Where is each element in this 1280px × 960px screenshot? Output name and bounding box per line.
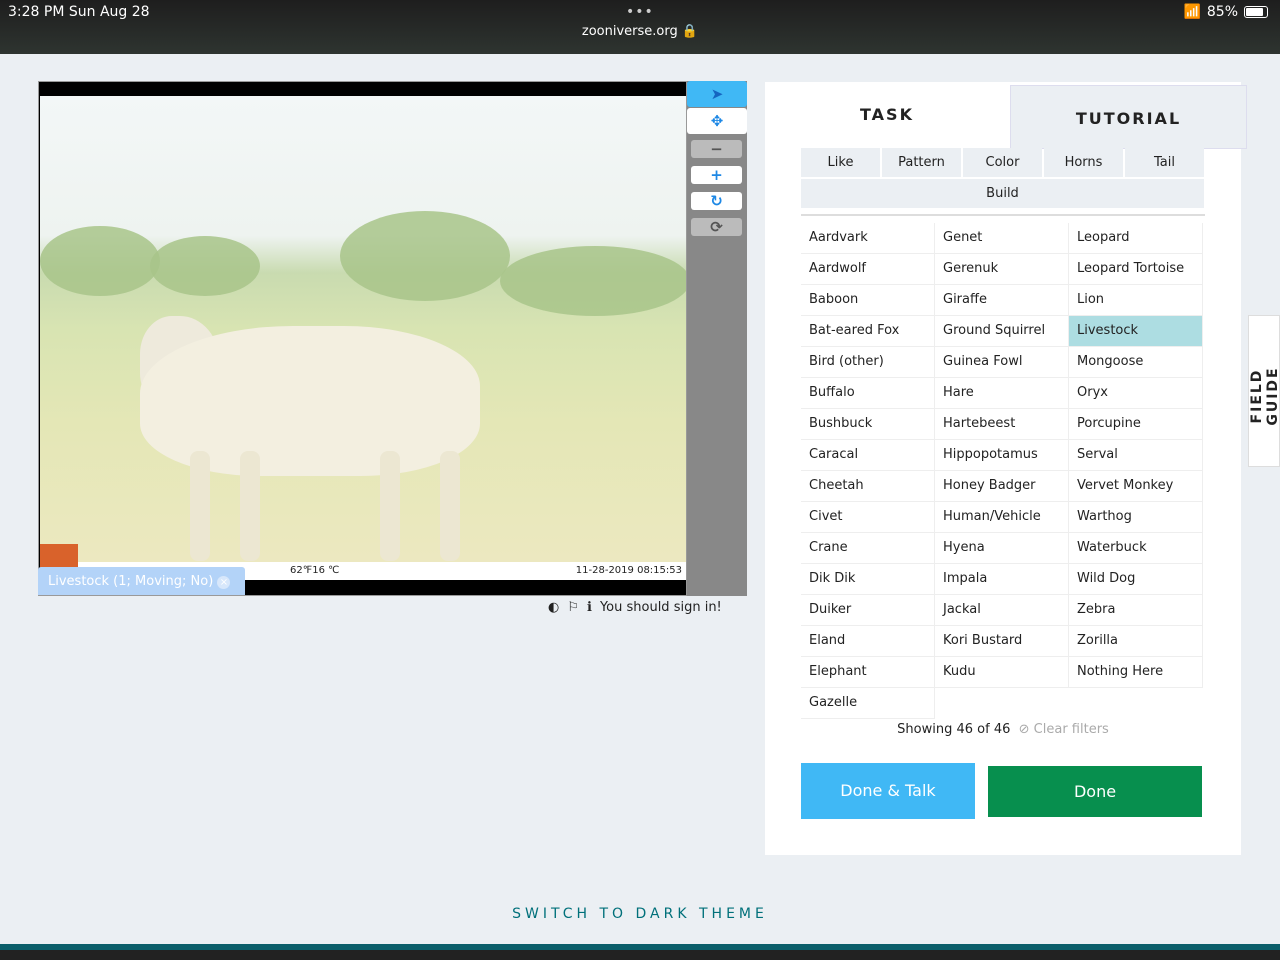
done-and-talk-button[interactable]: Done & Talk	[801, 763, 975, 819]
species-option[interactable]: Bushbuck	[801, 409, 935, 440]
species-option[interactable]: Leopard Tortoise	[1069, 254, 1203, 285]
subject-image[interactable]	[40, 96, 686, 562]
species-option[interactable]: Bat-eared Fox	[801, 316, 935, 347]
annotation-label[interactable]: Livestock (1; Moving; No) ×	[38, 567, 245, 595]
filter-build[interactable]: Build	[801, 179, 1204, 208]
move-icon[interactable]: ✥	[687, 108, 747, 134]
info-icon[interactable]: ℹ	[587, 600, 592, 615]
species-option[interactable]: Kori Bustard	[935, 626, 1069, 657]
footer-bar	[0, 944, 1280, 960]
species-option[interactable]: Zorilla	[1069, 626, 1203, 657]
species-option[interactable]: Elephant	[801, 657, 935, 688]
species-option[interactable]: Waterbuck	[1069, 533, 1203, 564]
species-option[interactable]: Livestock	[1069, 316, 1203, 347]
species-option[interactable]: Leopard	[1069, 223, 1203, 254]
annotation-text: Livestock (1; Moving; No)	[48, 574, 214, 589]
species-option[interactable]: Duiker	[801, 595, 935, 626]
species-option[interactable]: Oryx	[1069, 378, 1203, 409]
invert-icon[interactable]: ◐	[548, 600, 559, 615]
filter-pattern[interactable]: Pattern	[882, 148, 961, 177]
filter-horns[interactable]: Horns	[1044, 148, 1123, 177]
close-icon[interactable]: ×	[217, 576, 231, 589]
species-option[interactable]: Impala	[935, 564, 1069, 595]
species-option[interactable]: Hare	[935, 378, 1069, 409]
species-option[interactable]: Mongoose	[1069, 347, 1203, 378]
url-bar[interactable]: zooniverse.org 🔒	[0, 24, 1280, 39]
status-time: 3:28 PM Sun Aug 28	[8, 4, 150, 20]
species-option[interactable]: Nothing Here	[1069, 657, 1203, 688]
species-option[interactable]: Hartebeest	[935, 409, 1069, 440]
species-option[interactable]: Vervet Monkey	[1069, 471, 1203, 502]
wifi-icon: 📶	[1183, 4, 1201, 20]
flag-icon[interactable]: ⚐	[567, 600, 579, 615]
species-option[interactable]: Baboon	[801, 285, 935, 316]
species-option[interactable]: Hippopotamus	[935, 440, 1069, 471]
filter-bar: Like Pattern Color Horns Tail Build	[801, 148, 1204, 208]
species-option[interactable]: Genet	[935, 223, 1069, 254]
species-option[interactable]: Civet	[801, 502, 935, 533]
species-option[interactable]: Cheetah	[801, 471, 935, 502]
species-option[interactable]: Zebra	[1069, 595, 1203, 626]
species-option[interactable]: Dik Dik	[801, 564, 935, 595]
species-option[interactable]: Serval	[1069, 440, 1203, 471]
species-option[interactable]: Jackal	[935, 595, 1069, 626]
showing-count: Showing 46 of 46 ⊘ Clear filters	[765, 722, 1241, 737]
meta-tools: ◐ ⚐ ℹ You should sign in!	[548, 600, 722, 615]
species-option[interactable]: Eland	[801, 626, 935, 657]
species-option[interactable]: Ground Squirrel	[935, 316, 1069, 347]
field-guide-label: FIELD GUIDE	[1249, 366, 1280, 426]
divider	[801, 214, 1205, 216]
species-option[interactable]: Bird (other)	[801, 347, 935, 378]
reset-icon[interactable]: ⟳	[691, 218, 742, 236]
filter-tail[interactable]: Tail	[1125, 148, 1204, 177]
species-option[interactable]: Guinea Fowl	[935, 347, 1069, 378]
species-option[interactable]: Human/Vehicle	[935, 502, 1069, 533]
species-option[interactable]: Hyena	[935, 533, 1069, 564]
species-option[interactable]: Wild Dog	[1069, 564, 1203, 595]
battery-percent: 85%	[1206, 4, 1238, 20]
species-option[interactable]: Giraffe	[935, 285, 1069, 316]
showing-text: Showing 46 of 46	[897, 722, 1011, 737]
battery-icon	[1244, 6, 1268, 18]
done-button[interactable]: Done	[988, 766, 1202, 817]
species-option[interactable]: Buffalo	[801, 378, 935, 409]
species-option[interactable]: Aardwolf	[801, 254, 935, 285]
dark-theme-toggle[interactable]: SWITCH TO DARK THEME	[0, 906, 1280, 922]
species-option[interactable]: Warthog	[1069, 502, 1203, 533]
species-option[interactable]: Gazelle	[801, 688, 935, 719]
temperature: 62℉16 ℃	[290, 565, 340, 576]
zoom-out-icon[interactable]: −	[691, 140, 742, 158]
tab-tutorial[interactable]: TUTORIAL	[1010, 85, 1247, 149]
tab-task[interactable]: TASK	[765, 82, 1009, 146]
more-icon[interactable]: •••	[626, 4, 654, 20]
species-option[interactable]: Porcupine	[1069, 409, 1203, 440]
subject-viewer[interactable]: 62℉16 ℃ 11-28-2019 08:15:53	[38, 81, 687, 596]
species-option[interactable]: Caracal	[801, 440, 935, 471]
timestamp: 11-28-2019 08:15:53	[575, 565, 682, 576]
sign-in-message: You should sign in!	[599, 600, 722, 615]
rotate-icon[interactable]: ↻	[691, 192, 742, 210]
species-option[interactable]: Kudu	[935, 657, 1069, 688]
filter-like[interactable]: Like	[801, 148, 880, 177]
species-grid: Aardvark Aardwolf Baboon Bat-eared Fox Bird …	[801, 223, 1205, 719]
field-guide-button[interactable]: FIELD GUIDE	[1248, 315, 1280, 467]
species-option[interactable]: Honey Badger	[935, 471, 1069, 502]
filter-color[interactable]: Color	[963, 148, 1042, 177]
clear-filters-button[interactable]: ⊘ Clear filters	[1019, 722, 1109, 737]
species-option[interactable]: Crane	[801, 533, 935, 564]
status-bar: 3:28 PM Sun Aug 28 ••• zooniverse.org 🔒 …	[0, 0, 1280, 54]
status-right: 📶 85%	[1183, 4, 1268, 20]
species-option[interactable]: Aardvark	[801, 223, 935, 254]
task-panel: TASK TUTORIAL Like Pattern Color Horns T…	[765, 82, 1247, 855]
pointer-icon[interactable]: ➤	[687, 81, 747, 107]
species-option[interactable]: Lion	[1069, 285, 1203, 316]
species-option[interactable]: Gerenuk	[935, 254, 1069, 285]
image-toolbar: ➤ ✥ − + ↻ ⟳	[687, 81, 747, 596]
zoom-in-icon[interactable]: +	[691, 166, 742, 184]
